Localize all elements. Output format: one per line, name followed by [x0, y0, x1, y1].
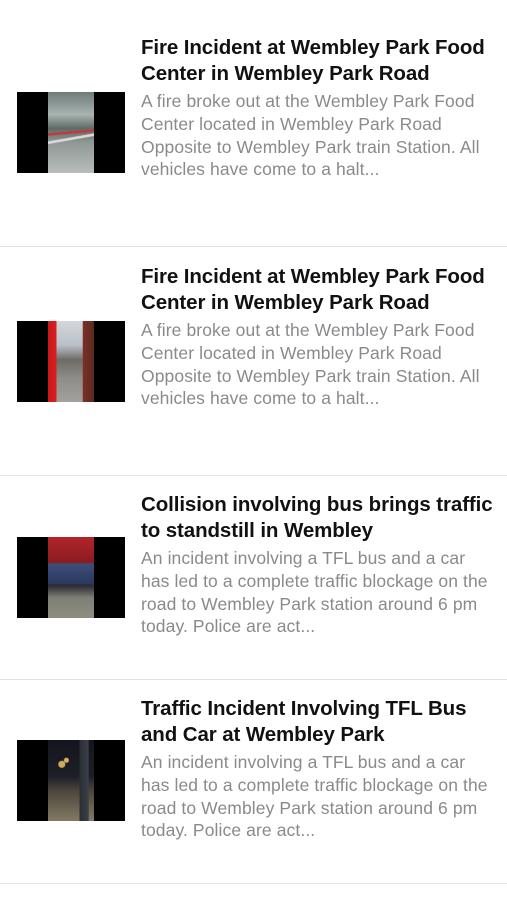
news-summary: A fire broke out at the Wembley Park Foo… — [141, 91, 480, 180]
fire-engine-photo — [48, 321, 94, 402]
news-thumbnail — [17, 92, 125, 173]
list-item[interactable]: Fire Incident at Wembley Park Food Cente… — [0, 0, 507, 247]
news-title: Fire Incident at Wembley Park Food Cente… — [141, 265, 485, 314]
news-thumbnail — [17, 321, 125, 402]
list-item[interactable]: Traffic Incident Involving TFL Bus and C… — [0, 680, 507, 884]
news-title: Collision involving bus brings traffic t… — [141, 493, 493, 542]
news-thumbnail — [17, 740, 125, 821]
news-summary: A fire broke out at the Wembley Park Foo… — [141, 320, 480, 409]
bus-collision-photo — [48, 537, 94, 618]
news-summary: An incident involving a TFL bus and a ca… — [141, 548, 488, 637]
news-title: Fire Incident at Wembley Park Food Cente… — [141, 36, 485, 85]
list-item[interactable]: Fire Incident at Wembley Park Food Cente… — [0, 247, 507, 476]
news-summary: An incident involving a TFL bus and a ca… — [141, 752, 488, 841]
night-traffic-photo — [48, 740, 94, 821]
news-feed: Fire Incident at Wembley Park Food Cente… — [0, 0, 507, 884]
news-title: Traffic Incident Involving TFL Bus and C… — [141, 697, 467, 746]
fire-incident-photo — [48, 92, 94, 173]
news-thumbnail — [17, 537, 125, 618]
list-item[interactable]: Collision involving bus brings traffic t… — [0, 476, 507, 680]
